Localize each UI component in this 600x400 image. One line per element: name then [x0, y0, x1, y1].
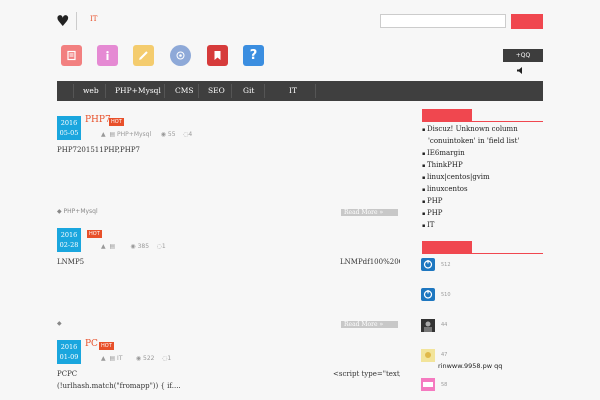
recent-post-link[interactable]: IE6margin	[422, 149, 465, 157]
tag-icon: ◆	[57, 208, 62, 215]
recent-post-link[interactable]: IT	[422, 221, 434, 229]
post-views: 55	[167, 131, 176, 138]
avatar[interactable]	[421, 349, 435, 362]
post-title[interactable]: PHP7	[85, 115, 111, 125]
author-icon: ▲	[101, 131, 106, 138]
post-meta: ▲ ▤ ◉ 385 ◌1	[101, 243, 166, 250]
search-button[interactable]	[511, 14, 543, 29]
post-date: 2016 01-09	[57, 340, 81, 364]
tag-link[interactable]: PHP+Mysql	[64, 208, 98, 215]
post-views: 385	[137, 243, 150, 250]
views-icon: ◉	[160, 131, 166, 138]
nav-item-web[interactable]: web	[83, 81, 99, 101]
nav-item-seo[interactable]: SEO	[208, 81, 225, 101]
note-icon[interactable]	[61, 45, 82, 66]
post-day: 05-05	[59, 129, 79, 137]
recent-post-link-cont[interactable]: 'conuintoken' in 'field list'	[428, 137, 519, 145]
post-title[interactable]: PC	[85, 339, 98, 349]
recent-post-link[interactable]: PHP	[422, 209, 443, 217]
avatar[interactable]	[421, 288, 435, 301]
post-meta: ▲ ▤ PHP+Mysql ◉ 55 ◌4	[101, 131, 192, 138]
views-icon: ◉	[135, 355, 142, 362]
post-comments: 1	[161, 243, 166, 250]
nav-item-cms[interactable]: CMS	[175, 81, 194, 101]
post-category-link[interactable]: IT	[117, 355, 122, 362]
comment-count: 510	[441, 292, 451, 298]
qq-button[interactable]: +QQ	[503, 49, 543, 62]
comment-text: rinwww.9958.pw qq	[438, 362, 503, 370]
comment-count: 58	[441, 382, 448, 388]
category-icon: ▤	[109, 243, 116, 250]
category-icon: ▤	[109, 355, 116, 362]
tag-icon: ◆	[57, 320, 62, 327]
recent-post-link[interactable]: PHP	[422, 197, 443, 205]
help-icon[interactable]: ?	[243, 45, 264, 66]
post-excerpt: LNMP5	[57, 258, 85, 266]
sidebar-heading-recent	[422, 109, 543, 122]
author-icon: ▲	[101, 355, 106, 362]
post-day: 02-28	[59, 241, 79, 249]
recent-post-link[interactable]: Discuz! Unknown column	[422, 125, 518, 133]
post-excerpt: PHP7201511PHP,PHP7	[57, 146, 141, 154]
post-year: 2016	[60, 231, 78, 239]
hot-badge: HOT	[87, 230, 102, 238]
comment-count: 44	[441, 322, 448, 328]
hot-badge: HOT	[109, 118, 124, 126]
bookmark-icon[interactable]	[207, 45, 228, 66]
post-excerpt-line2: (!urlhash.match("fromapp")) { if....	[57, 382, 181, 390]
category-icon: ▤	[109, 131, 116, 138]
badge-icon[interactable]	[170, 45, 191, 66]
post-day: 01-09	[59, 353, 79, 361]
nav-item-php-mysql[interactable]: PHP+Mysql	[115, 81, 161, 101]
views-icon: ◉	[130, 243, 136, 250]
edit-icon[interactable]	[133, 45, 154, 66]
post-year: 2016	[60, 119, 78, 127]
post-comments: 4	[188, 131, 193, 138]
logo-heart-icon[interactable]: ♥	[56, 12, 69, 30]
info-icon[interactable]	[97, 45, 118, 66]
site-name-link[interactable]: IT	[90, 15, 97, 23]
read-more-button[interactable]: Read More »	[341, 209, 398, 216]
avatar[interactable]	[421, 319, 435, 332]
post-excerpt-right: LNMPdf100%20GN	[340, 258, 400, 266]
comment-count: 47	[441, 352, 448, 358]
post-excerpt: PCPC	[57, 370, 78, 378]
comment-count: 512	[441, 262, 451, 268]
avatar[interactable]	[421, 378, 435, 391]
author-icon: ▲	[101, 243, 106, 250]
avatar[interactable]	[421, 258, 435, 271]
search-input[interactable]	[380, 14, 506, 28]
post-tags: ◆	[57, 320, 62, 327]
post-year: 2016	[60, 343, 78, 351]
post-views: 522	[143, 355, 155, 362]
recent-post-link[interactable]: linux|centos|gvim	[422, 173, 490, 181]
logo-divider	[76, 12, 77, 30]
post-date: 2016 02-28	[57, 228, 81, 252]
recent-post-link[interactable]: linuxcentos	[422, 185, 468, 193]
post-tags: ◆ PHP+Mysql	[57, 208, 98, 215]
nav-item-it[interactable]: IT	[289, 81, 297, 101]
recent-post-link[interactable]: ThinkPHP	[422, 161, 463, 169]
main-nav: web PHP+Mysql CMS SEO Git IT	[57, 81, 543, 101]
read-more-button[interactable]: Read More »	[341, 321, 398, 328]
sidebar-heading-comments	[422, 241, 543, 254]
speaker-icon[interactable]	[517, 67, 524, 76]
post-comments: 1	[167, 355, 172, 362]
post-category-link[interactable]: PHP+Mysql	[117, 131, 151, 138]
post-date: 2016 05-05	[57, 116, 81, 140]
hot-badge: HOT	[99, 342, 114, 350]
post-meta: ▲ ▤ IT ◉ 522 ◌1	[101, 355, 171, 362]
post-excerpt-right: <script type="text/ja	[333, 370, 400, 378]
nav-item-git[interactable]: Git	[243, 81, 254, 101]
